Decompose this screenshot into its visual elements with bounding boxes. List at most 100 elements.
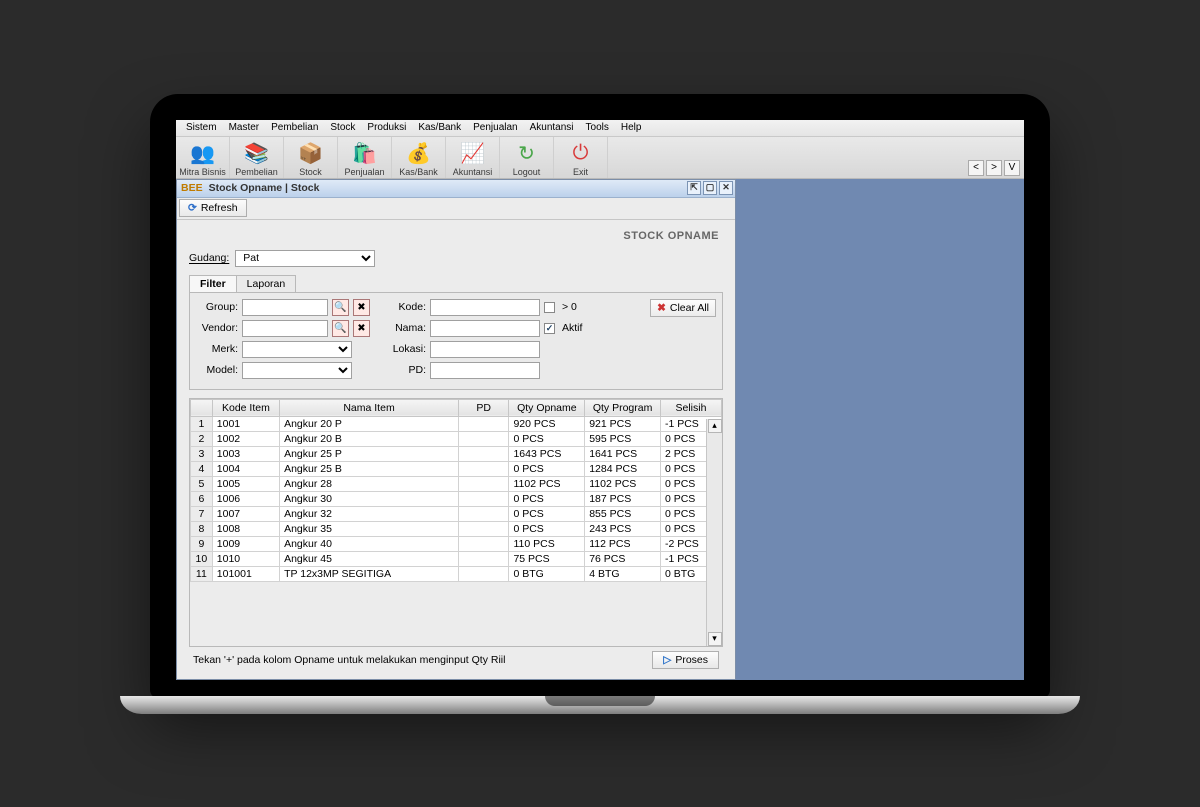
scroll-up-icon[interactable]: ▴ [708, 419, 722, 433]
toolbar-kasbank[interactable]: 💰Kas/Bank [392, 137, 446, 178]
laptop-base [120, 696, 1080, 714]
kasbank-icon: 💰 [407, 142, 431, 166]
menu-stock[interactable]: Stock [324, 120, 361, 136]
col-qtyprogram[interactable]: Qty Program [585, 399, 661, 416]
menu-penjualan[interactable]: Penjualan [467, 120, 523, 136]
toolbar-nav-<[interactable]: < [968, 160, 984, 176]
col-rownum[interactable] [191, 399, 213, 416]
menu-produksi[interactable]: Produksi [361, 120, 412, 136]
pd-input[interactable] [430, 362, 540, 379]
clear-all-icon: ✖ [657, 302, 666, 314]
exit-icon: ⏻ [569, 142, 593, 166]
nama-input[interactable] [430, 320, 540, 337]
clear-all-button[interactable]: ✖ Clear All [650, 299, 716, 317]
aktif-checkbox[interactable] [544, 323, 555, 334]
logout-icon: ↻ [515, 142, 539, 166]
table-row[interactable]: 41004Angkur 25 B0 PCS1284 PCS0 PCS [191, 461, 722, 476]
tab-laporan[interactable]: Laporan [236, 275, 297, 292]
toolbar-nav->[interactable]: > [986, 160, 1002, 176]
internal-window: BEE Stock Opname | Stock ⇱▢✕ ⟳ Refresh S… [176, 179, 736, 680]
nama-label: Nama: [388, 322, 426, 334]
group-input[interactable] [242, 299, 328, 316]
model-select[interactable] [242, 362, 352, 379]
menu-sistem[interactable]: Sistem [180, 120, 223, 136]
tab-filter[interactable]: Filter [189, 275, 237, 292]
gudang-select[interactable]: Pat [235, 250, 375, 267]
laptop-frame: SistemMasterPembelianStockProduksiKas/Ba… [150, 94, 1050, 714]
table-row[interactable]: 31003Angkur 25 P1643 PCS1641 PCS2 PCS [191, 446, 722, 461]
model-label: Model: [198, 364, 238, 376]
merk-select[interactable] [242, 341, 352, 358]
menu-master[interactable]: Master [223, 120, 266, 136]
proses-button[interactable]: ▷ Proses [652, 651, 719, 669]
group-label: Group: [198, 301, 238, 313]
main-toolbar: 👥Mitra Bisnis📚Pembelian📦Stock🛍️Penjualan… [176, 137, 1024, 179]
screen: SistemMasterPembelianStockProduksiKas/Ba… [176, 120, 1024, 680]
col-kodeitem[interactable]: Kode Item [212, 399, 279, 416]
toolbar-akuntansi[interactable]: 📈Akuntansi [446, 137, 500, 178]
filter-col-2: Kode: > 0 Nama: Aktif [388, 299, 582, 379]
gudang-row: Gudang: Pat [189, 250, 723, 267]
table-row[interactable]: 71007Angkur 320 PCS855 PCS0 PCS [191, 506, 722, 521]
table-row[interactable]: 11001Angkur 20 P920 PCS921 PCS-1 PCS [191, 416, 722, 431]
col-pd[interactable]: PD [458, 399, 509, 416]
menubar: SistemMasterPembelianStockProduksiKas/Ba… [176, 120, 1024, 137]
vendor-search-icon[interactable]: 🔍 [332, 320, 349, 337]
kode-label: Kode: [388, 301, 426, 313]
table-row[interactable]: 101010Angkur 4575 PCS76 PCS-1 PCS [191, 551, 722, 566]
vertical-scrollbar[interactable]: ▴ ▾ [706, 419, 722, 646]
menu-pembelian[interactable]: Pembelian [265, 120, 324, 136]
vendor-clear-icon[interactable]: ✖ [353, 320, 370, 337]
col-namaitem[interactable]: Nama Item [280, 399, 459, 416]
menu-tools[interactable]: Tools [580, 120, 615, 136]
group-clear-icon[interactable]: ✖ [353, 299, 370, 316]
lokasi-input[interactable] [430, 341, 540, 358]
table-row[interactable]: 91009Angkur 40110 PCS112 PCS-2 PCS [191, 536, 722, 551]
table-row[interactable]: 61006Angkur 300 PCS187 PCS0 PCS [191, 491, 722, 506]
window-buttons: ⇱▢✕ [687, 181, 733, 195]
lokasi-label: Lokasi: [388, 343, 426, 355]
minimize-icon[interactable]: ⇱ [687, 181, 701, 195]
menu-kasbank[interactable]: Kas/Bank [412, 120, 467, 136]
toolbar-penjualan[interactable]: 🛍️Penjualan [338, 137, 392, 178]
col-qtyopname[interactable]: Qty Opname [509, 399, 585, 416]
menu-akuntansi[interactable]: Akuntansi [524, 120, 580, 136]
gt0-checkbox[interactable] [544, 302, 555, 313]
merk-label: Merk: [198, 343, 238, 355]
table-row[interactable]: 21002Angkur 20 B0 PCS595 PCS0 PCS [191, 431, 722, 446]
pd-label: PD: [388, 364, 426, 376]
vendor-input[interactable] [242, 320, 328, 337]
proses-label: Proses [675, 654, 708, 666]
page-title: STOCK OPNAME [189, 230, 719, 242]
menu-help[interactable]: Help [615, 120, 648, 136]
data-grid: Kode ItemNama ItemPDQty OpnameQty Progra… [189, 398, 723, 647]
toolbar-logout[interactable]: ↻Logout [500, 137, 554, 178]
vendor-label: Vendor: [198, 322, 238, 334]
aktif-label: Aktif [562, 322, 582, 334]
tabstrip: Filter Laporan [189, 275, 723, 292]
toolbar-nav-V[interactable]: V [1004, 160, 1020, 176]
table-row[interactable]: 81008Angkur 350 PCS243 PCS0 PCS [191, 521, 722, 536]
toolbar-mitrabisnis[interactable]: 👥Mitra Bisnis [176, 137, 230, 178]
table-row[interactable]: 51005Angkur 281102 PCS1102 PCS0 PCS [191, 476, 722, 491]
window-title: Stock Opname | Stock [209, 182, 320, 194]
gudang-label: Gudang: [189, 252, 229, 264]
scroll-down-icon[interactable]: ▾ [708, 632, 722, 646]
clear-all-label: Clear All [670, 302, 709, 314]
filter-panel: Group: 🔍 ✖ Vendor: 🔍 ✖ [189, 292, 723, 390]
table-row[interactable]: 11101001TP 12x3MP SEGITIGA0 BTG4 BTG0 BT… [191, 566, 722, 581]
toolbar-pembelian[interactable]: 📚Pembelian [230, 137, 284, 178]
toolbar-exit[interactable]: ⏻Exit [554, 137, 608, 178]
filter-col-1: Group: 🔍 ✖ Vendor: 🔍 ✖ [198, 299, 370, 379]
col-selisih[interactable]: Selisih [660, 399, 721, 416]
refresh-label: Refresh [201, 202, 238, 214]
mitrabisnis-icon: 👥 [191, 142, 215, 166]
group-search-icon[interactable]: 🔍 [332, 299, 349, 316]
screen-bezel: SistemMasterPembelianStockProduksiKas/Ba… [150, 94, 1050, 698]
maximize-icon[interactable]: ▢ [703, 181, 717, 195]
refresh-button[interactable]: ⟳ Refresh [179, 199, 247, 217]
window-titlebar[interactable]: BEE Stock Opname | Stock ⇱▢✕ [177, 180, 735, 198]
toolbar-stock[interactable]: 📦Stock [284, 137, 338, 178]
kode-input[interactable] [430, 299, 540, 316]
close-icon[interactable]: ✕ [719, 181, 733, 195]
